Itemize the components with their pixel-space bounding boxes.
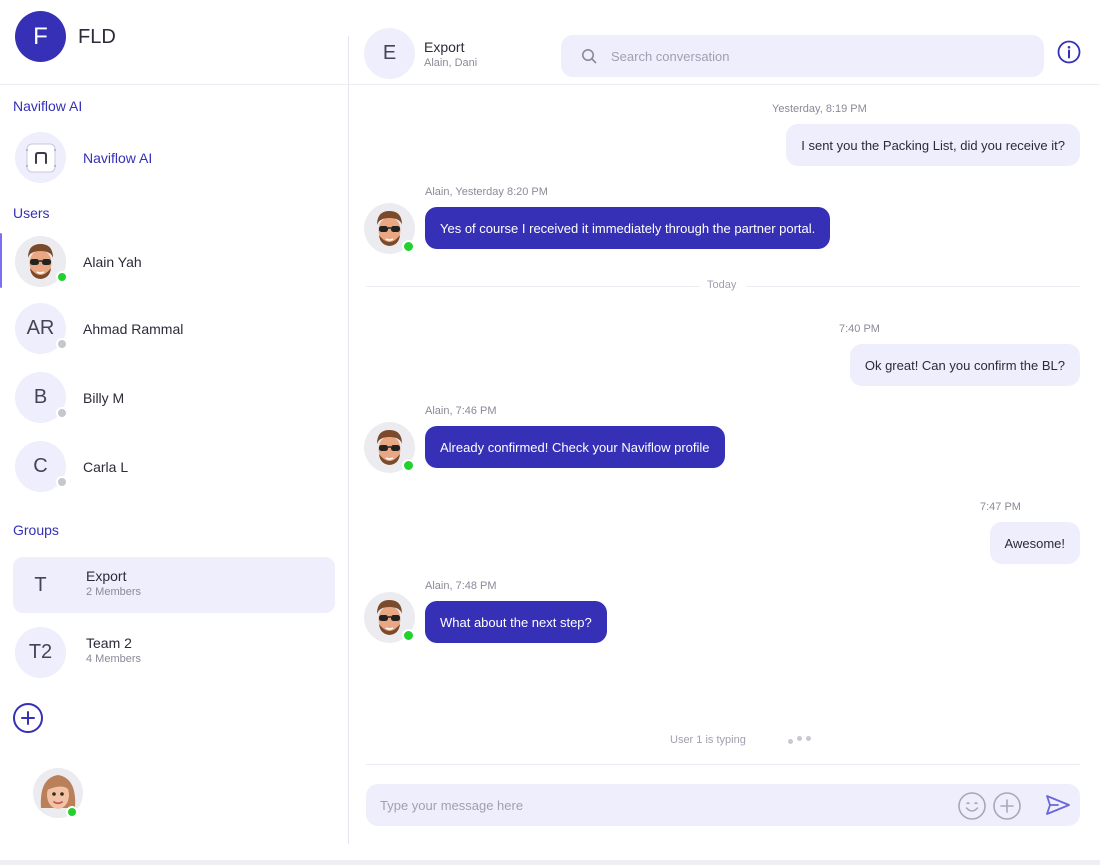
sidebar-item-naviflow-ai[interactable]: Naviflow AI — [13, 129, 335, 185]
sidebar-item-label: Naviflow AI — [83, 150, 153, 166]
plus-circle-icon[interactable] — [992, 791, 1022, 821]
current-user-avatar[interactable] — [33, 768, 83, 818]
day-separator-line — [366, 286, 700, 287]
online-status-dot — [402, 629, 415, 642]
sidebar-item-label: Alain Yah — [83, 254, 142, 270]
sidebar-item-label: Carla L — [83, 459, 129, 475]
message-timestamp: Yesterday, 8:19 PM — [772, 103, 867, 115]
message-avatar[interactable] — [364, 592, 415, 643]
message-avatar[interactable] — [364, 422, 415, 473]
sidebar: F FLD Naviflow AI Naviflow AI Users Alai… — [0, 0, 349, 865]
online-status-dot — [402, 459, 415, 472]
sidebar-item-group-export[interactable]: T Export 2 Members — [13, 557, 335, 613]
message-input[interactable] — [380, 784, 940, 826]
sidebar-item-label: Billy M — [83, 390, 125, 406]
day-separator-label: Today — [707, 279, 737, 291]
online-status-dot — [66, 806, 78, 818]
info-icon[interactable] — [1057, 40, 1081, 64]
section-title-groups: Groups — [13, 522, 59, 538]
conversation-avatar[interactable]: E — [364, 28, 415, 79]
sidebar-item-carla-l[interactable]: C Carla L — [13, 438, 335, 494]
typing-dots-icon — [788, 736, 814, 746]
message-timestamp: Alain, 7:46 PM — [425, 405, 497, 417]
group-members-count: 4 Members — [86, 653, 142, 665]
org-avatar[interactable]: F — [15, 11, 66, 62]
online-status-dot — [402, 240, 415, 253]
typing-indicator-label: User 1 is typing — [670, 734, 746, 746]
offline-status-dot — [56, 476, 68, 488]
message-outgoing[interactable]: I sent you the Packing List, did you rec… — [786, 124, 1080, 166]
conversation-members: Alain, Dani — [424, 57, 478, 69]
message-incoming[interactable]: Yes of course I received it immediately … — [425, 207, 831, 249]
composer-divider — [366, 764, 1080, 765]
message-timestamp: Alain, Yesterday 8:20 PM — [425, 186, 548, 198]
add-group-button[interactable] — [13, 703, 43, 733]
message-outgoing[interactable]: Awesome! — [989, 522, 1080, 564]
online-status-dot — [56, 271, 68, 283]
send-icon[interactable] — [1045, 794, 1071, 816]
group-members-count: 2 Members — [86, 586, 142, 598]
group-name: Export — [86, 568, 127, 584]
message-timestamp: Alain, 7:48 PM — [425, 580, 497, 592]
bottom-edge — [0, 860, 1100, 865]
offline-status-dot — [56, 338, 68, 350]
plus-icon — [21, 711, 35, 725]
message-incoming[interactable]: Already confirmed! Check your Naviflow p… — [425, 426, 725, 468]
sidebar-divider — [348, 36, 349, 844]
day-separator-line — [746, 286, 1080, 287]
sidebar-item-alain-yah[interactable]: Alain Yah — [13, 233, 335, 289]
org-name: FLD — [78, 26, 116, 48]
sidebar-item-group-team-2[interactable]: T2 Team 2 4 Members — [13, 624, 335, 680]
section-title-users: Users — [13, 205, 50, 221]
section-title-ai: Naviflow AI — [13, 98, 83, 114]
group-name: Team 2 — [86, 635, 132, 651]
search-icon — [582, 49, 597, 64]
naviflow-logo-icon — [15, 132, 66, 183]
sidebar-item-label: Ahmad Rammal — [83, 321, 184, 337]
message-outgoing[interactable]: Ok great! Can you confirm the BL? — [849, 344, 1080, 386]
offline-status-dot — [56, 407, 68, 419]
smiley-icon[interactable] — [957, 791, 987, 821]
message-avatar[interactable] — [364, 203, 415, 254]
sidebar-item-billy-m[interactable]: B Billy M — [13, 369, 335, 425]
message-composer — [366, 784, 1080, 826]
conversation-title: Export — [424, 39, 465, 55]
search-bar[interactable] — [561, 35, 1044, 77]
avatar: T — [34, 574, 47, 596]
message-incoming[interactable]: What about the next step? — [425, 601, 607, 643]
avatar: T2 — [15, 627, 66, 678]
header-divider — [0, 84, 1100, 85]
search-input[interactable] — [611, 35, 1031, 77]
message-timestamp: 7:47 PM — [980, 501, 1021, 513]
active-indicator — [0, 233, 2, 288]
sidebar-item-ahmad-rammal[interactable]: AR Ahmad Rammal — [13, 300, 335, 356]
message-timestamp: 7:40 PM — [839, 323, 880, 335]
